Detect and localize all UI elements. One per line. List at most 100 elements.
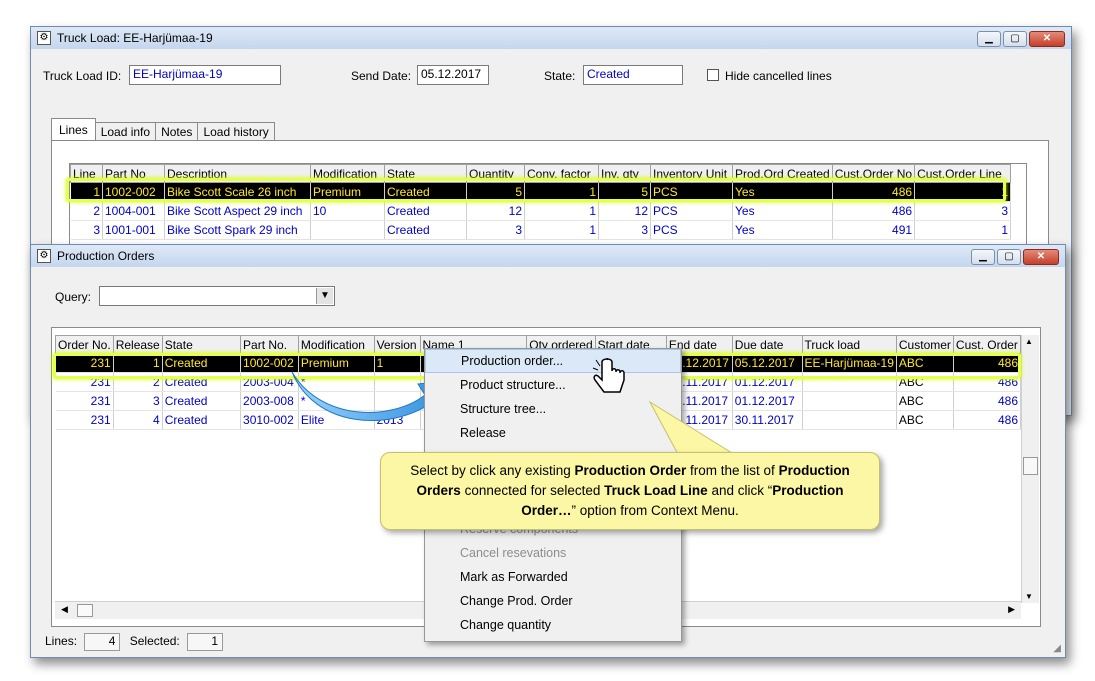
state-label: State: (544, 69, 576, 83)
resize-grip-icon[interactable]: ◢ (1053, 643, 1061, 654)
cell-truck-load (802, 391, 897, 411)
cell-part-no: 1002-002 (102, 182, 165, 202)
cell-cust-order-no: 486 (832, 182, 916, 202)
col-state[interactable]: State (161, 335, 242, 354)
menu-item-production-order[interactable]: Production order... (425, 349, 681, 373)
cell-inventory-unit: PCS (650, 201, 733, 221)
col-prod-ord-created[interactable]: Prod.Ord Created (732, 164, 833, 183)
scrollbar-thumb[interactable] (1023, 457, 1038, 475)
tab-load-info[interactable]: Load info (94, 122, 157, 141)
menu-item-change-prod-order[interactable]: Change Prod. Order (425, 589, 681, 613)
maximize-button[interactable]: ▢ (1003, 31, 1027, 47)
scroll-left-icon[interactable]: ◀ (61, 604, 68, 615)
selected-count-value: 1 (187, 633, 224, 651)
cell-customer: ABC (896, 353, 954, 373)
col-state[interactable]: State (384, 164, 467, 183)
truck-load-id-label: Truck Load ID: (43, 69, 122, 83)
cell-truck-load: EE-Harjümaa-19 (802, 353, 897, 373)
cell-inv-qty: 12 (598, 201, 651, 221)
callout-pointer (648, 400, 742, 459)
cell-cust-order-no: 491 (832, 220, 916, 240)
col-due-date[interactable]: Due date (731, 335, 803, 354)
col-cust-order-line[interactable]: Cust.Order Line (914, 164, 1012, 183)
cell-release: 3 (113, 391, 163, 411)
scroll-right-icon[interactable]: ▶ (1008, 604, 1015, 615)
send-date-label: Send Date: (351, 69, 412, 83)
truck-load-id-field[interactable]: EE-Harjümaa-19 (129, 65, 281, 85)
col-inventory-unit[interactable]: Inventory Unit (650, 164, 733, 183)
col-release[interactable]: Release (112, 335, 163, 354)
cell-cust-order-line: 1 (914, 220, 1012, 240)
query-dropdown[interactable] (99, 286, 335, 306)
truck-lines-header: Line Part No Description Modification St… (70, 164, 1012, 183)
col-part-no[interactable]: Part No (102, 164, 165, 183)
col-modification[interactable]: Modification (310, 164, 385, 183)
cell-order-no: 231 (55, 372, 114, 392)
scrollbar-h-thumb[interactable] (77, 604, 93, 617)
tab-load-history[interactable]: Load history (197, 122, 275, 141)
minimize-button[interactable]: ▁ (971, 249, 995, 265)
state-field[interactable]: Created (583, 65, 683, 85)
col-cust-order-no[interactable]: Cust.Order No (831, 164, 916, 183)
truck-tabs: Lines Load info Notes Load history (51, 118, 275, 141)
cell-inv-qty: 3 (598, 220, 651, 240)
col-truck-load[interactable]: Truck load (801, 335, 897, 354)
truck-lines-table: Line Part No Description Modification St… (70, 164, 1012, 240)
col-line[interactable]: Line (70, 164, 103, 183)
col-inv-qty[interactable]: Inv. qty (598, 164, 651, 183)
cell-cust-order-no: 486 (832, 201, 916, 221)
cell-inv-qty: 5 (598, 182, 651, 202)
table-row[interactable]: 3 1001-001 Bike Scott Spark 29 inch Crea… (70, 220, 1012, 240)
lines-count-label: Lines: (45, 634, 78, 649)
hand-cursor-icon (592, 358, 625, 393)
cell-prod-ord-created: Yes (732, 201, 833, 221)
truck-load-titlebar: ⚙ Truck Load: EE-Harjümaa-19 ▁ ▢ ✕ (31, 27, 1071, 49)
cell-modification: Premium (310, 182, 385, 202)
menu-item-mark-as-forwarded[interactable]: Mark as Forwarded (425, 565, 681, 589)
callout-bold-1: Production Order (574, 463, 687, 478)
cell-prod-ord-created: Yes (732, 220, 833, 240)
cell-conv-factor: 1 (524, 220, 599, 240)
col-order-no[interactable]: Order No. (55, 335, 114, 354)
cell-state: Created (162, 391, 242, 411)
scroll-up-icon[interactable]: ▲ (1025, 337, 1033, 346)
cell-order-no: 231 (55, 391, 114, 411)
close-button[interactable]: ✕ (1023, 249, 1059, 265)
tab-lines[interactable]: Lines (51, 118, 96, 141)
hide-cancelled-label: Hide cancelled lines (725, 69, 832, 83)
col-cust-order[interactable]: Cust. Order (952, 335, 1021, 354)
cell-customer: ABC (896, 391, 954, 411)
table-row[interactable]: 2 1004-001 Bike Scott Aspect 29 inch 10 … (70, 201, 1012, 221)
cell-description: Bike Scott Spark 29 inch (164, 220, 311, 240)
cell-cust-order-line: 3 (914, 201, 1012, 221)
cell-cust-order-line: 1 (914, 182, 1012, 202)
menu-item-product-structure[interactable]: Product structure... (425, 373, 681, 397)
vertical-scrollbar[interactable]: ▼ ▲ (1021, 335, 1039, 603)
cell-due-date: 05.12.2017 (732, 353, 803, 373)
menu-item-cancel-reservations[interactable]: Cancel resevations (425, 541, 681, 565)
table-row[interactable]: 1 1002-002 Bike Scott Scale 26 inch Prem… (70, 182, 1012, 202)
col-customer[interactable]: Customer (895, 335, 954, 354)
callout-text-5: ” option from Context Menu. (571, 503, 739, 518)
hide-cancelled-checkbox[interactable] (707, 69, 719, 81)
maximize-button[interactable]: ▢ (997, 249, 1021, 265)
query-label: Query: (55, 290, 92, 304)
cell-quantity: 5 (466, 182, 525, 202)
production-orders-titlebar: ⚙ Production Orders ▁ ▢ ✕ (31, 245, 1065, 267)
cell-truck-load (802, 410, 897, 430)
col-quantity[interactable]: Quantity (466, 164, 525, 183)
cell-line: 2 (70, 201, 103, 221)
instruction-callout: Select by click any existing Production … (380, 452, 880, 530)
close-button[interactable]: ✕ (1029, 31, 1065, 47)
menu-item-change-quantity[interactable]: Change quantity (425, 613, 681, 637)
send-date-field[interactable]: 05.12.2017 (417, 65, 489, 85)
cell-modification: 10 (310, 201, 385, 221)
scroll-down-icon[interactable]: ▼ (1025, 592, 1033, 601)
chevron-down-icon[interactable]: ▼ (316, 288, 333, 304)
tab-notes[interactable]: Notes (155, 122, 199, 141)
col-conv-factor[interactable]: Conv. factor (524, 164, 599, 183)
cell-state: Created (384, 201, 467, 221)
col-description[interactable]: Description (164, 164, 311, 183)
cell-line: 1 (70, 182, 103, 202)
minimize-button[interactable]: ▁ (977, 31, 1001, 47)
